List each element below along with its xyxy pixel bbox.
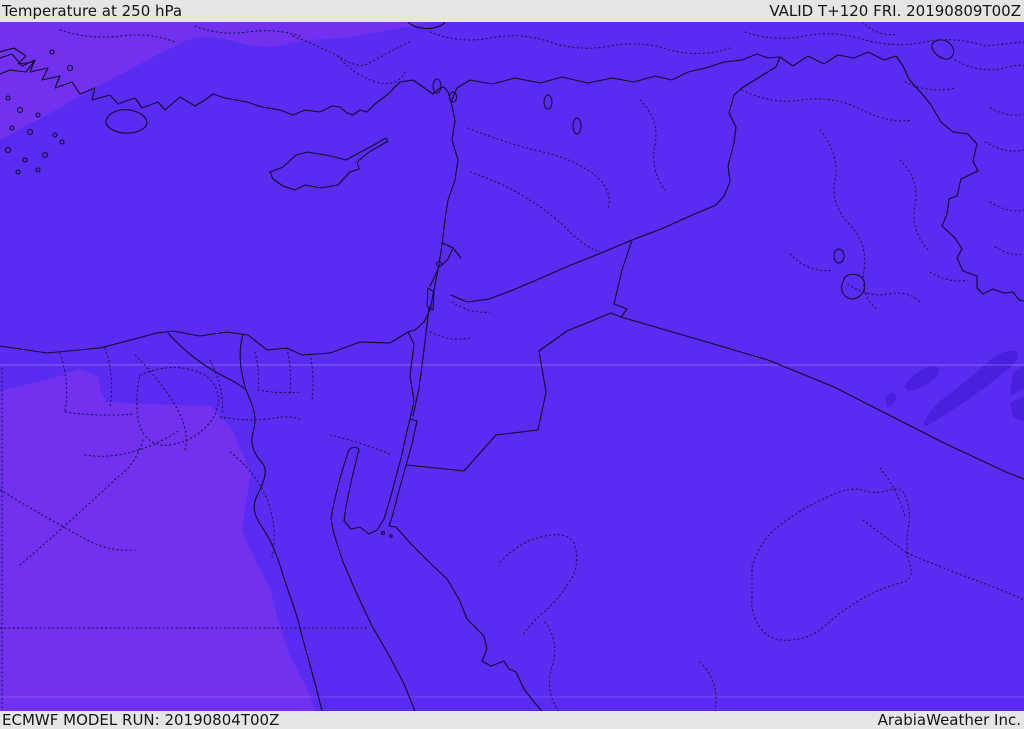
header-bar: Temperature at 250 hPa VALID T+120 FRI. … [0,0,1024,22]
temperature-fill-layer [0,22,1024,711]
map-title: Temperature at 250 hPa [2,2,183,20]
weather-map-screenshot: Temperature at 250 hPa VALID T+120 FRI. … [0,0,1024,729]
credit-label: ArabiaWeather Inc. [877,711,1021,729]
model-run-label: ECMWF MODEL RUN: 20190804T00Z [2,711,280,729]
weather-map [0,22,1024,711]
valid-time: VALID T+120 FRI. 20190809T00Z [769,2,1021,20]
footer-bar: ECMWF MODEL RUN: 20190804T00Z ArabiaWeat… [0,711,1024,729]
